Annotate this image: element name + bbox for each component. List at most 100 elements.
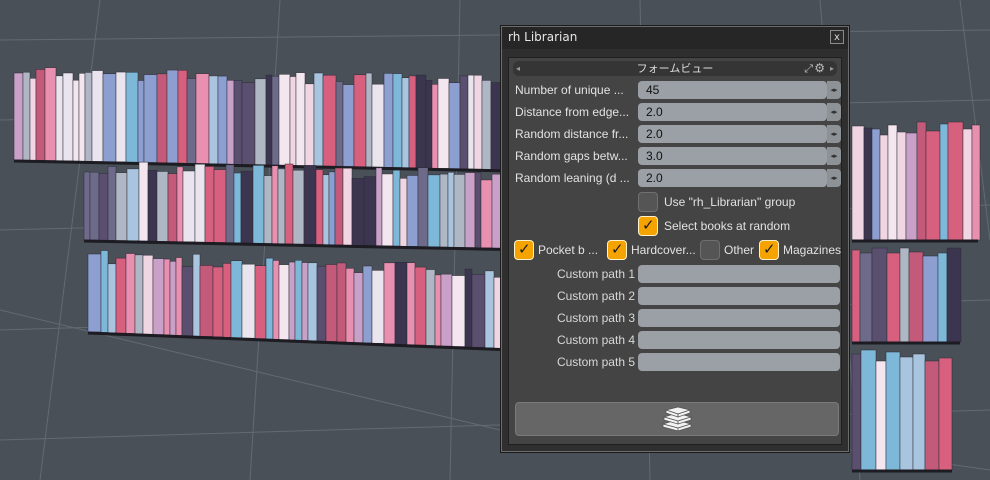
book-spine — [163, 258, 171, 336]
book-spine — [427, 174, 441, 248]
book-spine — [946, 247, 962, 343]
custom-path-label: Custom path 1 — [556, 267, 635, 281]
close-button[interactable]: x — [830, 30, 844, 44]
book-spine — [493, 276, 502, 349]
book-spine — [480, 179, 493, 249]
book-spine — [115, 257, 127, 334]
book-spine — [440, 273, 453, 347]
book-spine — [182, 170, 196, 243]
book-spine — [908, 251, 924, 343]
custom-path-1-input[interactable] — [638, 265, 840, 283]
use-group-checkbox[interactable] — [638, 192, 658, 212]
book-spine — [192, 253, 201, 337]
book-spine — [473, 74, 483, 170]
checkmark-icon: ✓ — [642, 216, 655, 234]
book-spine — [241, 263, 256, 339]
book-spine — [459, 75, 469, 170]
book-spine — [278, 264, 290, 340]
expand-icon[interactable]: ⤢ — [804, 62, 813, 76]
field-label: Random leaning (d ... — [515, 171, 630, 185]
custom-path-row-2: Custom path 2 — [509, 287, 841, 307]
spinner-icon[interactable]: ◂▸ — [827, 103, 841, 121]
book-spine — [363, 176, 377, 246]
custom-path-3-input[interactable] — [638, 309, 840, 327]
custom-path-label: Custom path 4 — [556, 333, 635, 347]
book-spine — [328, 171, 336, 246]
book-spine — [271, 165, 279, 245]
pocket-books-checkbox[interactable]: ✓ — [514, 240, 534, 260]
book-spine — [937, 252, 948, 343]
book-spine — [365, 72, 373, 168]
book-spine — [271, 75, 280, 166]
book-spine — [225, 164, 235, 244]
book-spine — [342, 167, 353, 246]
book-spine — [425, 269, 436, 346]
distance-from-edge-input[interactable]: 2.0 — [638, 103, 827, 121]
book-spine — [115, 71, 127, 163]
create-books-button[interactable] — [515, 402, 839, 436]
book-spine — [383, 262, 396, 345]
book-spine — [137, 80, 145, 163]
book-spine — [851, 249, 861, 343]
book-spine — [91, 70, 104, 162]
book-spine — [222, 263, 232, 338]
book-spine — [415, 74, 427, 169]
book-spine — [406, 175, 419, 247]
book-spine — [169, 261, 177, 336]
random-gaps-input[interactable]: 3.0 — [638, 147, 827, 165]
custom-path-2-input[interactable] — [638, 287, 840, 305]
book-spine — [899, 356, 914, 471]
select-random-checkbox[interactable]: ✓ — [638, 216, 658, 236]
book-spine — [947, 121, 964, 241]
book-spine — [152, 258, 165, 335]
book-spine — [425, 79, 433, 169]
book-spine — [147, 170, 158, 242]
book-spine — [342, 84, 355, 167]
custom-path-4-input[interactable] — [638, 331, 840, 349]
book-spine — [912, 353, 926, 471]
book-spine — [194, 163, 206, 243]
book-spine — [204, 166, 215, 243]
book-spine — [199, 265, 214, 337]
book-spine — [156, 171, 169, 242]
other-checkbox[interactable] — [700, 240, 720, 260]
field-row-random-leaning: Random leaning (d ... 2.0 ◂▸ — [509, 169, 841, 189]
hardcover-checkbox[interactable]: ✓ — [607, 240, 627, 260]
hardcover-label: Hardcover... — [631, 243, 696, 257]
book-spine — [83, 171, 91, 241]
expand-arrow-icon[interactable]: ▸ — [830, 61, 834, 76]
book-spine — [84, 72, 93, 162]
custom-path-5-input[interactable] — [638, 353, 840, 371]
book-spine — [851, 353, 862, 471]
book-spine — [278, 74, 291, 166]
random-distance-input[interactable]: 2.0 — [638, 125, 827, 143]
book-spine — [481, 80, 492, 170]
book-spine — [303, 165, 317, 245]
book-spine — [464, 172, 476, 248]
book-spine — [107, 166, 117, 241]
book-spine — [334, 167, 344, 246]
spinner-icon[interactable]: ◂▸ — [827, 125, 841, 143]
field-row-distance-edge: Distance from edge... 2.0 ◂▸ — [509, 103, 841, 123]
book-spine — [44, 67, 57, 161]
form-view-bar: ◂ フォームビュー ⤢ ⚙ ▸ — [513, 61, 837, 76]
number-of-unique-input[interactable]: 45 — [638, 81, 827, 99]
book-spine — [87, 253, 102, 333]
panel-titlebar[interactable]: rh Librarian x — [502, 27, 848, 49]
field-label: Random gaps betw... — [515, 149, 628, 163]
book-spine — [394, 262, 408, 345]
book-spine — [362, 265, 373, 344]
gear-icon[interactable]: ⚙ — [814, 61, 825, 75]
book-spine — [304, 83, 315, 167]
random-leaning-input[interactable]: 2.0 — [638, 169, 827, 187]
field-label: Random distance fr... — [515, 127, 629, 141]
book-spine — [35, 69, 46, 161]
book-spine — [263, 175, 273, 244]
spinner-icon[interactable]: ◂▸ — [827, 169, 841, 187]
spinner-icon[interactable]: ◂▸ — [827, 81, 841, 99]
magazines-checkbox[interactable]: ✓ — [759, 240, 779, 260]
spinner-icon[interactable]: ◂▸ — [827, 147, 841, 165]
book-spine — [217, 75, 228, 165]
book-spine — [226, 80, 235, 165]
book-spine — [383, 73, 394, 168]
